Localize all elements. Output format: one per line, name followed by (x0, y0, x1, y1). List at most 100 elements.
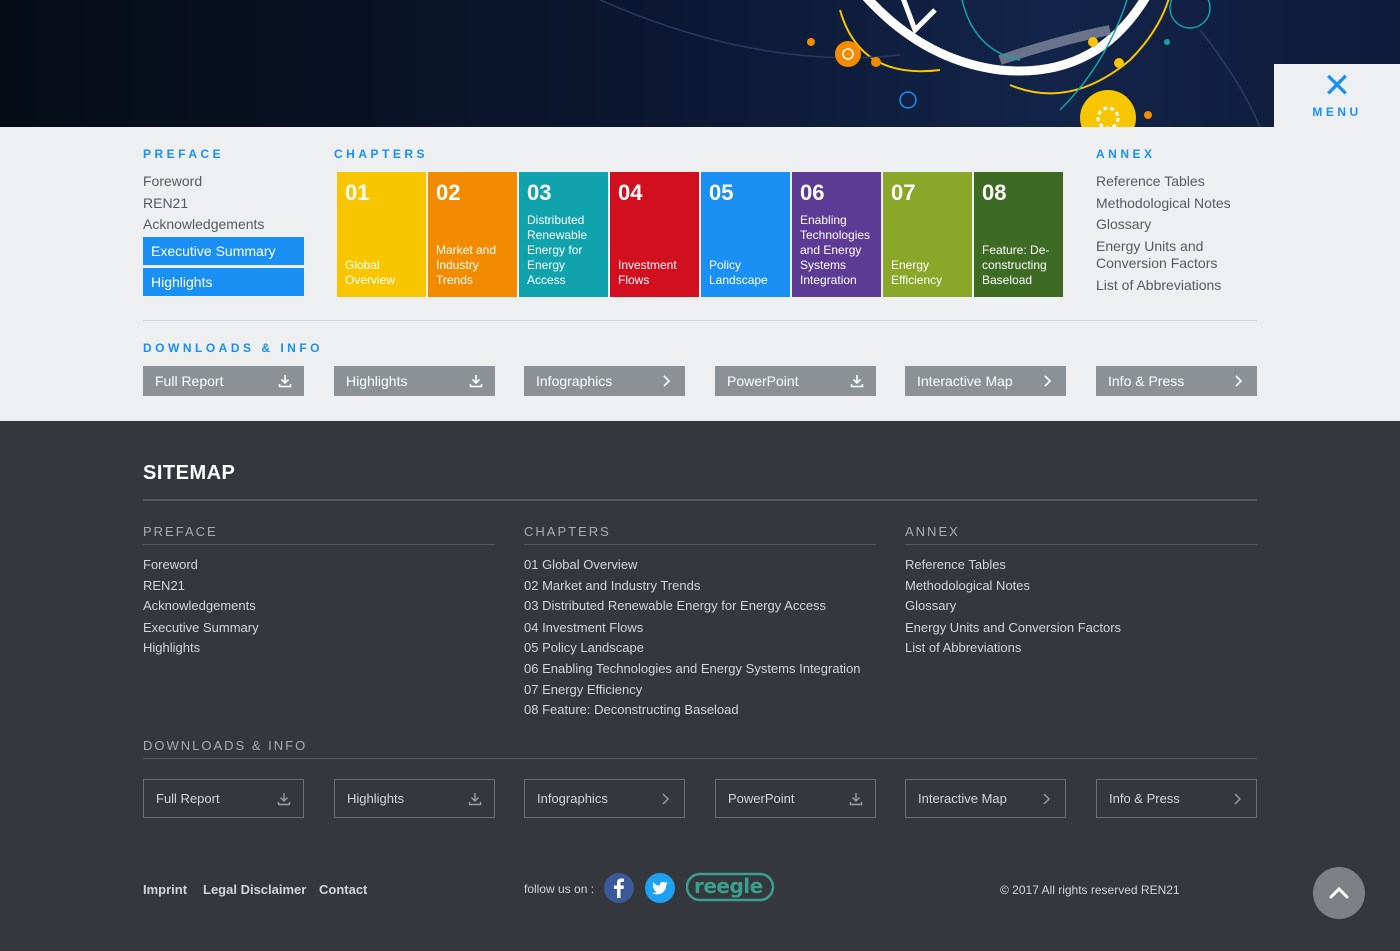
legal-disclaimer-link[interactable]: Legal Disclaimer (203, 882, 306, 897)
annex-link-glossary[interactable]: Glossary (1096, 216, 1151, 233)
chapter-tile-06[interactable]: 06 Enabling Technologies and Energy Syst… (792, 172, 881, 297)
chapter-tile-04[interactable]: 04 Investment Flows (610, 172, 699, 297)
sitemap-link-highlights[interactable]: Highlights (143, 640, 200, 656)
button-label: Full Report (156, 791, 220, 806)
chapter-number: 06 (800, 180, 825, 205)
chapter-name: Global Overview (345, 258, 396, 287)
info-press-button[interactable]: Info & Press (1096, 366, 1257, 396)
close-icon[interactable]: ✕ (1323, 69, 1352, 103)
chevron-right-icon (663, 375, 671, 387)
sitemap-link-methodological-notes[interactable]: Methodological Notes (905, 578, 1030, 594)
button-label: Interactive Map (918, 791, 1007, 806)
footer-interactive-map-button[interactable]: Interactive Map (905, 779, 1066, 818)
sitemap-link-foreword[interactable]: Foreword (143, 557, 198, 573)
copyright-text: © 2017 All rights reserved REN21 (1000, 883, 1180, 897)
twitter-icon[interactable] (644, 872, 676, 904)
chapter-tile-05[interactable]: 05 Policy Landscape (701, 172, 790, 297)
chapter-number: 03 (527, 180, 552, 205)
menu-close-button[interactable]: ✕ MENU (1274, 64, 1400, 127)
download-icon (850, 375, 864, 388)
annex-link-methodological-notes[interactable]: Methodological Notes (1096, 195, 1231, 212)
sitemap-column-divider (143, 544, 495, 545)
sitemap-column-divider (524, 544, 876, 545)
reegle-logo[interactable]: reegle (686, 870, 776, 910)
sitemap-link-glossary[interactable]: Glossary (905, 598, 956, 614)
chapter-number: 02 (436, 180, 461, 205)
preface-link-executive-summary[interactable]: Executive Summary (143, 237, 304, 265)
sitemap-link-chapter-01[interactable]: 01 Global Overview (524, 557, 637, 573)
hero-banner (0, 0, 1400, 127)
sitemap-divider (143, 499, 1257, 501)
interactive-map-button[interactable]: Interactive Map (905, 366, 1066, 396)
sitemap-link-chapter-05[interactable]: 05 Policy Landscape (524, 640, 644, 656)
preface-link-acknowledgements[interactable]: Acknowledgements (143, 216, 264, 233)
footer-highlights-button[interactable]: Highlights (334, 779, 495, 818)
chapter-tile-01[interactable]: 01 Global Overview (337, 172, 426, 297)
chapters-title: CHAPTERS (334, 147, 429, 161)
menu-label: MENU (1312, 104, 1362, 119)
chapter-tile-03[interactable]: 03 Distributed Renewable Energy for Ener… (519, 172, 608, 297)
preface-link-foreword[interactable]: Foreword (143, 173, 202, 190)
chevron-up-icon (1329, 886, 1349, 899)
footer-powerpoint-button[interactable]: PowerPoint (715, 779, 876, 818)
annex-link-energy-units[interactable]: Energy Units and Conversion Factors (1096, 238, 1226, 272)
preface-link-ren21[interactable]: REN21 (143, 195, 188, 212)
scroll-to-top-button[interactable] (1313, 867, 1365, 919)
sitemap-link-chapter-07[interactable]: 07 Energy Efficiency (524, 682, 642, 698)
button-label: Infographics (536, 373, 613, 389)
chapter-number: 08 (982, 180, 1007, 205)
chapter-name: Energy Efficiency (891, 258, 943, 287)
downloads-title: DOWNLOADS & INFO (143, 341, 323, 355)
button-label: Interactive Map (917, 373, 1013, 389)
chapter-name: Distributed Renewable Energy for Energy … (527, 213, 588, 287)
preface-link-highlights[interactable]: Highlights (143, 268, 304, 296)
sitemap-link-acknowledgements[interactable]: Acknowledgements (143, 598, 256, 614)
facebook-icon[interactable] (603, 872, 635, 904)
imprint-link[interactable]: Imprint (143, 882, 187, 897)
sitemap-link-chapter-06[interactable]: 06 Enabling Technologies and Energy Syst… (524, 661, 861, 677)
annex-title: ANNEX (1096, 147, 1156, 161)
sitemap-link-reference-tables[interactable]: Reference Tables (905, 557, 1006, 573)
chevron-right-icon (1234, 793, 1241, 805)
contact-link[interactable]: Contact (319, 882, 367, 897)
sitemap-annex-title: ANNEX (905, 524, 960, 539)
button-label: Info & Press (1109, 791, 1180, 806)
button-label: Full Report (155, 373, 224, 389)
chevron-right-icon (662, 793, 669, 805)
button-label: Highlights (346, 373, 408, 389)
button-label: Infographics (537, 791, 608, 806)
sitemap-link-ren21[interactable]: REN21 (143, 578, 185, 594)
chevron-right-icon (1044, 375, 1052, 387)
chapter-name: Market and Industry Trends (436, 243, 497, 287)
chapter-name: Feature: De-constructing Baseload (982, 243, 1050, 287)
full-report-download-button[interactable]: Full Report (143, 366, 304, 396)
sitemap-link-chapter-03[interactable]: 03 Distributed Renewable Energy for Ener… (524, 598, 826, 614)
sitemap-link-abbreviations[interactable]: List of Abbreviations (905, 640, 1021, 656)
chapter-tile-08[interactable]: 08 Feature: De-constructing Baseload (974, 172, 1063, 297)
menu-panel: PREFACE Foreword REN21 Acknowledgements … (0, 127, 1400, 421)
footer-info-press-button[interactable]: Info & Press (1096, 779, 1257, 818)
button-label: PowerPoint (727, 373, 799, 389)
footer-infographics-button[interactable]: Infographics (524, 779, 685, 818)
sitemap-link-executive-summary[interactable]: Executive Summary (143, 620, 259, 636)
download-icon (469, 375, 483, 388)
sitemap-chapters-title: CHAPTERS (524, 524, 611, 539)
sitemap-link-chapter-08[interactable]: 08 Feature: Deconstructing Baseload (524, 702, 739, 718)
powerpoint-download-button[interactable]: PowerPoint (715, 366, 876, 396)
sitemap-preface-title: PREFACE (143, 524, 218, 539)
chapter-tile-02[interactable]: 02 Market and Industry Trends (428, 172, 517, 297)
chapter-tile-07[interactable]: 07 Energy Efficiency (883, 172, 972, 297)
sitemap-link-chapter-02[interactable]: 02 Market and Industry Trends (524, 578, 700, 594)
annex-link-abbreviations[interactable]: List of Abbreviations (1096, 277, 1221, 294)
button-label: Info & Press (1108, 373, 1185, 389)
sitemap-link-chapter-04[interactable]: 04 Investment Flows (524, 620, 643, 636)
sitemap-link-energy-units[interactable]: Energy Units and Conversion Factors (905, 620, 1121, 636)
follow-us-label: follow us on : (524, 882, 595, 896)
footer-full-report-button[interactable]: Full Report (143, 779, 304, 818)
chapter-name: Policy Landscape (709, 258, 768, 287)
download-icon (277, 793, 291, 806)
annex-link-reference-tables[interactable]: Reference Tables (1096, 173, 1205, 190)
chapter-name: Enabling Technologies and Energy Systems… (800, 213, 871, 287)
highlights-download-button[interactable]: Highlights (334, 366, 495, 396)
infographics-button[interactable]: Infographics (524, 366, 685, 396)
